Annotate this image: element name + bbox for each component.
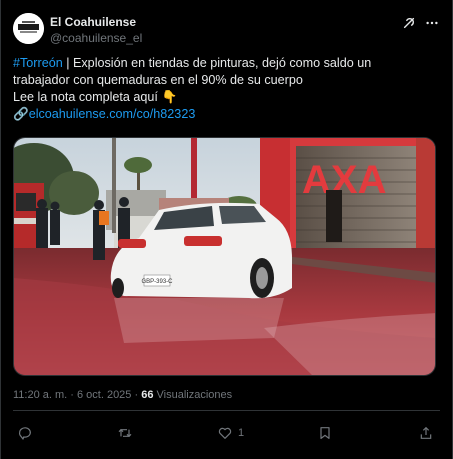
- retweet-icon: [118, 428, 132, 438]
- retweet-button[interactable]: [117, 424, 138, 442]
- reply-button[interactable]: [17, 424, 38, 442]
- tweet-photo[interactable]: AXA GBP-393-C: [13, 137, 436, 376]
- tweet-meta: 11:20 a. m. · 6 oct. 2025 · 66 Visualiza…: [13, 389, 232, 401]
- like-button[interactable]: 1: [217, 424, 244, 442]
- hashtag-link[interactable]: #Torreón: [13, 56, 63, 70]
- divider: [13, 410, 440, 411]
- like-count: 1: [238, 427, 245, 439]
- tweet-text-line-1: #Torreón | Explosión en tiendas de pintu…: [13, 55, 433, 72]
- author-name[interactable]: El Coahuilense: [50, 15, 136, 29]
- views-label: Visualizaciones: [153, 389, 233, 401]
- avatar-logo: [13, 13, 44, 44]
- views-count: 66: [141, 389, 154, 401]
- scene-image: AXA GBP-393-C: [14, 138, 435, 375]
- avatar[interactable]: [13, 13, 44, 44]
- author-handle[interactable]: @coahuilense_el: [50, 31, 142, 45]
- timestamp[interactable]: 11:20 a. m. · 6 oct. 2025 ·: [13, 389, 141, 401]
- share-button[interactable]: [418, 424, 434, 442]
- tweet-text-line-2: trabajador con quemaduras en el 90% de s…: [13, 73, 303, 87]
- grok-icon[interactable]: [402, 16, 416, 30]
- article-link[interactable]: elcoahuilense.com/co/h82323: [29, 107, 196, 121]
- link-emoji-icon: 🔗: [13, 107, 29, 121]
- tweet-text-line-4: 🔗elcoahuilense.com/co/h82323: [13, 106, 433, 123]
- tweet-text-line-3: Lee la nota completa aquí 👇: [13, 89, 433, 106]
- like-icon: [218, 427, 232, 439]
- tweet-text: #Torreón | Explosión en tiendas de pintu…: [13, 55, 433, 123]
- pointing-down-icon: 👇: [161, 90, 178, 104]
- share-icon: [420, 426, 432, 439]
- tweet-card: El Coahuilense @coahuilense_el #Torreón …: [0, 0, 453, 459]
- tweet-text-line-1-rest: | Explosión en tiendas de pinturas, dejó…: [62, 56, 372, 70]
- bookmark-icon: [320, 427, 330, 439]
- store-sign: AXA: [302, 158, 386, 202]
- reply-icon: [18, 427, 31, 440]
- license-plate: GBP-393-C: [141, 279, 173, 285]
- tweet-text-line-3-text: Lee la nota completa aquí: [13, 90, 162, 104]
- tweet-actions: 1: [1, 420, 452, 446]
- tweet-header: El Coahuilense @coahuilense_el: [13, 13, 440, 49]
- more-icon[interactable]: [425, 16, 439, 30]
- bookmark-button[interactable]: [317, 424, 338, 442]
